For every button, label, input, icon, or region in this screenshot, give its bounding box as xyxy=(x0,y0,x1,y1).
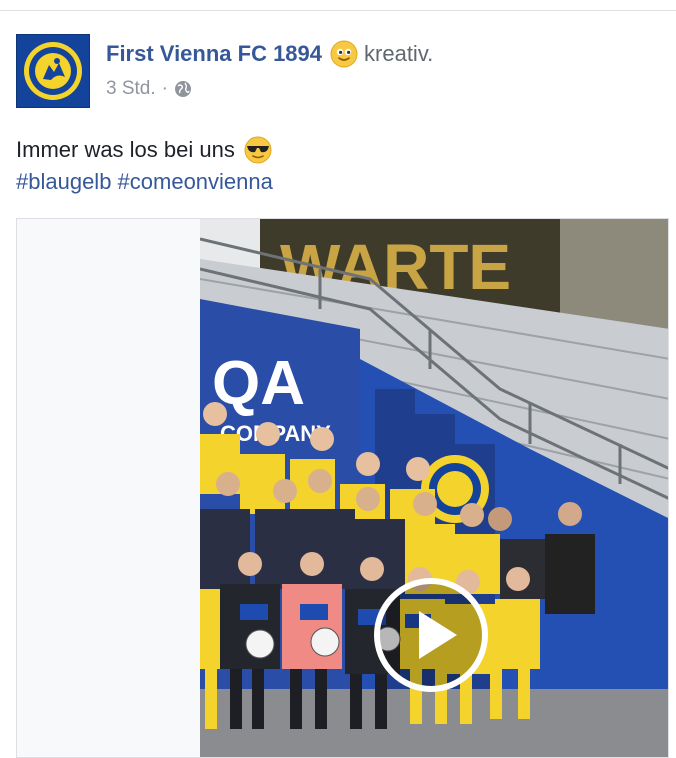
banner-qa-text: QA xyxy=(212,349,305,418)
post-timestamp[interactable]: 3 Std. xyxy=(106,78,156,100)
smiling-face-emoji-icon xyxy=(330,40,358,68)
sunglasses-emoji-icon xyxy=(244,136,272,164)
media-letterbox xyxy=(17,219,200,757)
play-icon[interactable] xyxy=(371,575,491,695)
top-divider xyxy=(0,10,676,11)
post-text: Immer was los bei uns xyxy=(16,137,235,162)
hashtags-link[interactable]: #blaugelb #comeonvienna xyxy=(16,166,273,198)
post-body: Immer was los bei uns #blaugelb #comeonv… xyxy=(16,134,273,198)
meta-separator: · xyxy=(161,78,168,99)
feeling-label: kreativ. xyxy=(364,41,434,66)
page-name-link[interactable]: First Vienna FC 1894 xyxy=(106,41,322,67)
video-container[interactable]: WARTE QA COMPANY xyxy=(16,218,669,758)
globe-icon[interactable] xyxy=(174,80,192,98)
page-avatar[interactable] xyxy=(16,34,90,108)
club-crest-logo xyxy=(24,42,82,100)
